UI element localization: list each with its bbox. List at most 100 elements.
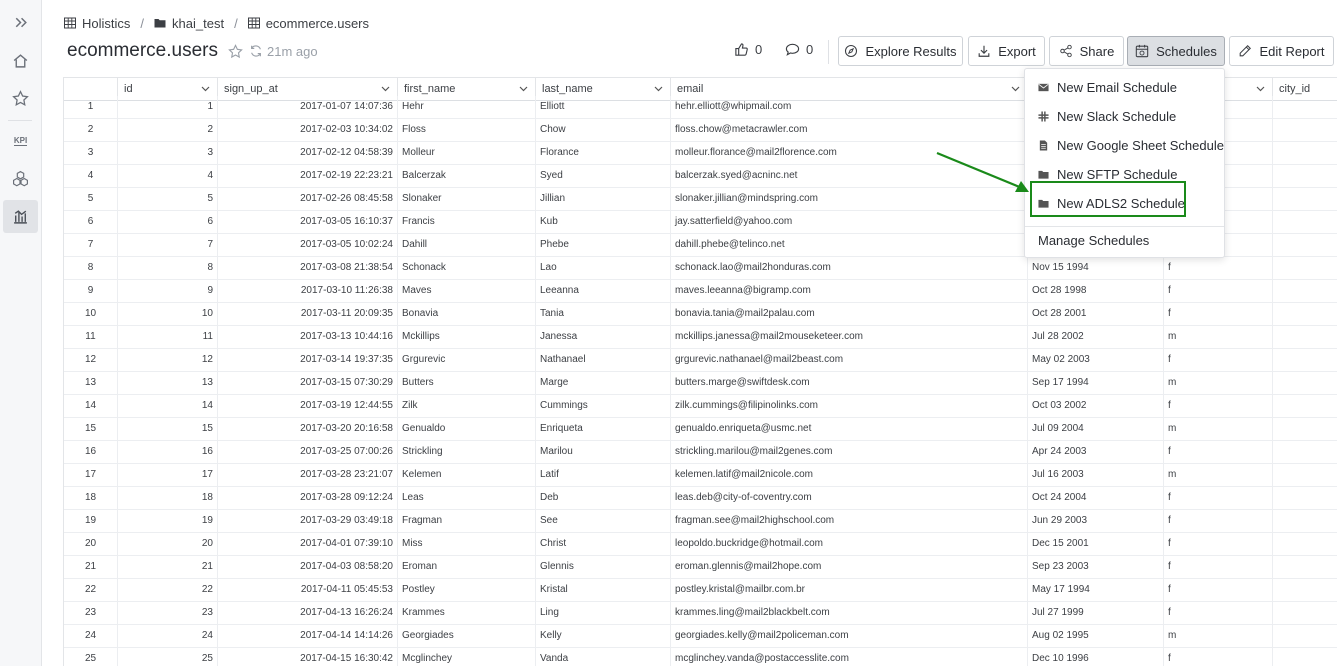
cell-email: georgiades.kelly@mail2policeman.com [671,625,1028,648]
cell-id: 22 [118,579,218,602]
cell-sign-up-at: 2017-04-11 05:45:53 [218,579,398,602]
table-row[interactable]: 22 22 2017-04-11 05:45:53 Postley Kristal pos… [64,579,1337,602]
cell-last-name: Elliott [536,96,671,119]
cell-birth: Sep 17 1994 [1028,372,1164,395]
cell-city-id [1273,533,1337,556]
schedules-button[interactable]: Schedules [1127,36,1225,66]
cell-n: 3 [64,142,118,165]
cell-city-id [1273,648,1337,666]
share-label: Share [1079,43,1115,59]
table-row[interactable]: 9 9 2017-03-10 11:26:38 Maves Leeanna maves.l… [64,280,1337,303]
table-row[interactable]: 12 12 2017-03-14 19:37:35 Grgurevic Nathanae… [64,349,1337,372]
cell-gender: f [1164,257,1273,280]
favorites-nav-button[interactable] [3,82,38,115]
cell-id: 8 [118,257,218,280]
chevron-down-icon[interactable] [654,86,663,92]
cell-gender: f [1164,602,1273,625]
cell-gender: f [1164,395,1273,418]
cell-first-name: Fragman [398,510,536,533]
table-row[interactable]: 23 23 2017-04-13 16:26:24 Krammes Ling kramme… [64,602,1337,625]
expand-sidebar-button[interactable] [3,6,38,39]
cell-city-id [1273,625,1337,648]
cell-city-id [1273,349,1337,372]
cell-id: 3 [118,142,218,165]
menu-item-new-google-sheet-schedule[interactable]: New Google Sheet Schedule [1025,132,1224,158]
edit-report-button[interactable]: Edit Report [1229,36,1334,66]
breadcrumb-item-holistics[interactable]: Holistics [64,16,130,31]
rail-divider [8,120,32,121]
cell-n: 6 [64,211,118,234]
cell-sign-up-at: 2017-03-28 23:21:07 [218,464,398,487]
menu-item-new-email-schedule[interactable]: New Email Schedule [1025,74,1224,100]
comment-counter[interactable]: 0 [785,42,813,57]
highlight-box [1030,181,1186,217]
edit-report-label: Edit Report [1259,43,1325,59]
table-row[interactable]: 16 16 2017-03-25 07:00:26 Strickling Marilou… [64,441,1337,464]
cell-id: 11 [118,326,218,349]
menu-item-manage-schedules[interactable]: Manage Schedules [1025,227,1224,253]
thumbs-up-icon [735,43,748,56]
favorite-star-icon[interactable] [228,43,243,59]
home-nav-button[interactable] [3,44,38,77]
breadcrumb-item-folder[interactable]: khai_test [154,16,224,31]
cell-last-name: Chow [536,119,671,142]
cell-n: 19 [64,510,118,533]
cell-n: 10 [64,303,118,326]
chevron-down-icon[interactable] [519,86,528,92]
table-row[interactable]: 25 25 2017-04-15 16:30:42 Mcglinchey Vanda mc… [64,648,1337,666]
table-row[interactable]: 14 14 2017-03-19 12:44:55 Zilk Cummings zilk.… [64,395,1337,418]
cell-n: 21 [64,556,118,579]
breadcrumb-item-current[interactable]: ecommerce.users [247,16,369,31]
cell-last-name: Lao [536,257,671,280]
table-row[interactable]: 13 13 2017-03-15 07:30:29 Butters Marge butte… [64,372,1337,395]
share-button[interactable]: Share [1049,36,1124,66]
chevron-down-icon[interactable] [1011,86,1020,92]
cell-id: 16 [118,441,218,464]
cell-email: dahill.phebe@telinco.net [671,234,1028,257]
cell-n: 15 [64,418,118,441]
sheet-icon [1039,139,1048,151]
table-row[interactable]: 11 11 2017-03-13 10:44:16 Mckillips Janessa m… [64,326,1337,349]
cell-city-id [1273,487,1337,510]
cell-id: 17 [118,464,218,487]
chevron-down-icon[interactable] [1256,86,1265,92]
cell-n: 17 [64,464,118,487]
table-row[interactable]: 18 18 2017-03-28 09:12:24 Leas Deb leas.deb@c… [64,487,1337,510]
datasets-nav-button[interactable] [3,162,38,195]
table-row[interactable]: 17 17 2017-03-28 23:21:07 Kelemen Latif kelem… [64,464,1337,487]
explore-results-button[interactable]: Explore Results [838,36,963,66]
title-row: ecommerce.users 21m ago [67,38,318,64]
reports-nav-button[interactable] [3,200,38,233]
refresh-icon[interactable] [249,44,263,58]
menu-item-new-slack-schedule[interactable]: New Slack Schedule [1025,103,1224,129]
cell-email: eroman.glennis@mail2hope.com [671,556,1028,579]
schedules-dropdown-menu: New Email Schedule New Slack Schedule Ne… [1024,68,1225,258]
kpi-nav-button[interactable]: KPI [3,124,38,157]
table-row[interactable]: 24 24 2017-04-14 14:14:26 Georgiades Kelly ge… [64,625,1337,648]
export-button[interactable]: Export [968,36,1045,66]
cell-id: 2 [118,119,218,142]
cell-n: 11 [64,326,118,349]
cell-last-name: Jillian [536,188,671,211]
chevron-down-icon[interactable] [381,86,390,92]
cell-sign-up-at: 2017-03-11 20:09:35 [218,303,398,326]
table-row[interactable]: 20 20 2017-04-01 07:39:10 Miss Christ leopold… [64,533,1337,556]
cell-birth: Nov 15 1994 [1028,257,1164,280]
table-row[interactable]: 8 8 2017-03-08 21:38:54 Schonack Lao schonack… [64,257,1337,280]
table-row[interactable]: 15 15 2017-03-20 20:16:58 Genualdo Enriqueta… [64,418,1337,441]
cell-first-name: Francis [398,211,536,234]
table-row[interactable]: 19 19 2017-03-29 03:49:18 Fragman See fragman… [64,510,1337,533]
share-icon [1059,44,1072,58]
cell-email: floss.chow@metacrawler.com [671,119,1028,142]
cell-gender: f [1164,441,1273,464]
table-row[interactable]: 10 10 2017-03-11 20:09:35 Bonavia Tania bonav… [64,303,1337,326]
cell-birth: Sep 23 2003 [1028,556,1164,579]
cell-last-name: Leeanna [536,280,671,303]
cell-n: 18 [64,487,118,510]
menu-item-label: Manage Schedules [1038,232,1150,248]
table-row[interactable]: 21 21 2017-04-03 08:58:20 Eroman Glennis erom… [64,556,1337,579]
cell-sign-up-at: 2017-01-07 14:07:36 [218,96,398,119]
chevron-down-icon[interactable] [201,86,210,92]
like-counter[interactable]: 0 [734,42,762,57]
cell-sign-up-at: 2017-03-15 07:30:29 [218,372,398,395]
